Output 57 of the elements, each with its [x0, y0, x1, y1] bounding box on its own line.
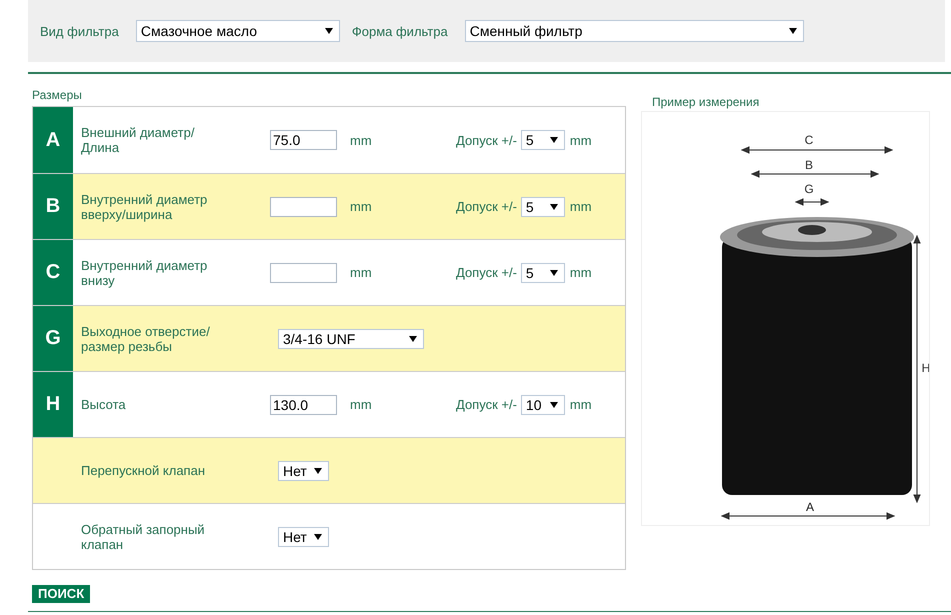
field-label: Внутренний диаметр вверху/ширина — [81, 192, 208, 222]
unit-label: mm — [350, 397, 373, 412]
section-title: Размеры — [32, 88, 83, 104]
search-button[interactable]: ПОИСК — [32, 585, 90, 603]
caret-icon — [550, 270, 558, 276]
field-label: Выходное отверстие/ размер резьбы — [81, 324, 210, 354]
caret-icon — [324, 28, 333, 34]
unit-label: mm — [350, 265, 373, 280]
caret-icon — [550, 137, 558, 143]
caret-icon — [788, 28, 797, 34]
valve-dropdown[interactable]: Нет — [278, 460, 329, 480]
dimension-label: A — [806, 500, 814, 514]
dimension-arrow — [794, 198, 830, 206]
field-label: Высота — [81, 397, 126, 412]
dimension-letter: C — [33, 240, 73, 305]
tolerance-dropdown[interactable]: 5 — [520, 196, 565, 216]
filter-dropdown[interactable]: Сменный фильтр — [464, 20, 804, 42]
dimension-letter: H — [33, 372, 73, 437]
dimension-letter: B — [33, 174, 73, 239]
dimension-label: G — [804, 182, 814, 196]
unit-label: mm — [570, 265, 592, 280]
dimension-input[interactable] — [270, 196, 337, 216]
caret-icon — [314, 534, 322, 540]
filter-label: Вид фильтра — [40, 24, 119, 38]
unit-label: mm — [570, 199, 592, 214]
unit-label: mm — [570, 397, 592, 412]
caret-icon — [409, 336, 417, 342]
unit-label: mm — [570, 132, 592, 148]
caret-icon — [550, 204, 558, 210]
unit-label: mm — [350, 132, 373, 148]
field-label: Внешний диаметр/ Длина — [81, 125, 194, 155]
filter-dropdown[interactable]: Смазочное масло — [136, 20, 340, 42]
dimension-input[interactable]: 130.0 — [270, 394, 337, 414]
dimension-label: H — [922, 361, 929, 375]
tolerance-label: Допуск +/- — [456, 199, 517, 214]
filter-label: Форма фильтра — [352, 24, 448, 38]
example-title: Пример измерения — [652, 95, 760, 111]
dimension-input[interactable] — [270, 262, 337, 282]
dimension-letter: A — [33, 107, 73, 173]
dimension-letter: G — [33, 306, 73, 371]
tolerance-label: Допуск +/- — [456, 265, 517, 280]
tolerance-label: Допуск +/- — [456, 132, 517, 148]
field-label: Внутренний диаметр внизу — [81, 258, 208, 288]
unit-label: mm — [350, 199, 373, 214]
dimension-label: C — [804, 133, 814, 147]
tolerance-dropdown[interactable]: 5 — [520, 130, 565, 150]
dimension-input[interactable]: 75.0 — [270, 130, 337, 150]
tolerance-label: Допуск +/- — [456, 397, 517, 412]
field-label: Обратный запорный клапан — [81, 522, 205, 552]
valve-dropdown[interactable]: Нет — [278, 526, 329, 546]
caret-icon — [314, 468, 322, 474]
caret-icon — [550, 402, 558, 408]
field-label: Перепускной клапан — [81, 463, 205, 478]
dimension-label: B — [805, 158, 813, 172]
thread-dropdown[interactable]: 3/4-16 UNF — [278, 328, 424, 348]
tolerance-dropdown[interactable]: 5 — [520, 262, 565, 282]
tolerance-dropdown[interactable]: 10 — [520, 394, 565, 414]
